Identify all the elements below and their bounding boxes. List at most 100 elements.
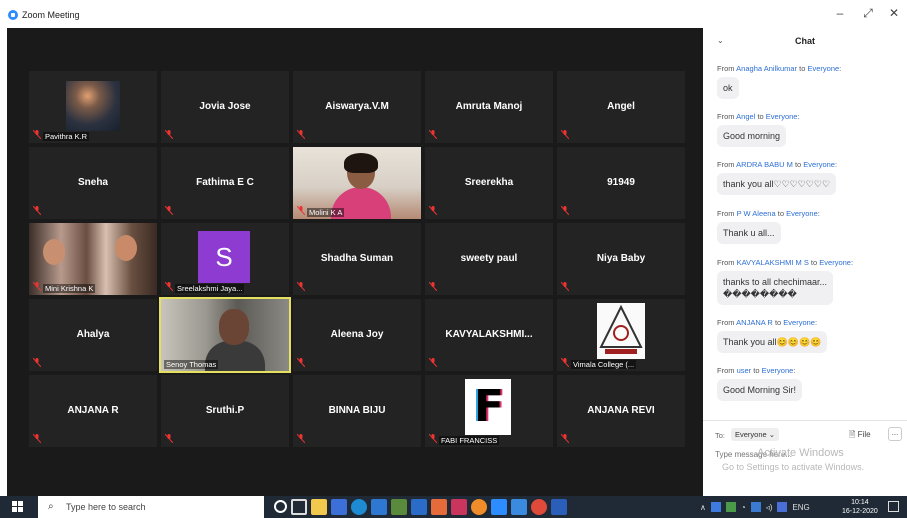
participant-tile[interactable]: KAVYALAKSHMI... [425, 299, 553, 371]
restore-button[interactable]: ⤢ [858, 6, 878, 21]
sender-name: P W Aleena [736, 209, 776, 218]
college-logo-image [597, 303, 645, 359]
participant-tile[interactable]: F FABI FRANCISS [425, 375, 553, 447]
tray-app-icon[interactable] [710, 502, 721, 512]
taskbar-search-box[interactable]: ⌕ Type here to search [38, 496, 264, 518]
edge-icon[interactable] [351, 499, 367, 515]
notifications-icon[interactable] [888, 501, 899, 512]
photos-icon[interactable] [371, 499, 387, 515]
volume-icon[interactable]: ◃) [766, 503, 773, 512]
zoom-icon[interactable] [491, 499, 507, 515]
system-tray: ∧ ◔ ◃) ENG [700, 496, 810, 518]
participant-tile[interactable]: Sruthi.P [161, 375, 289, 447]
word-icon[interactable] [551, 499, 567, 515]
sender-name: Angel [736, 112, 756, 121]
minimize-button[interactable]: – [830, 6, 850, 20]
sender-name: ANJANA R [736, 318, 773, 327]
participant-tile[interactable]: Angel [557, 71, 685, 143]
participant-name: ANJANA REVI [587, 405, 655, 416]
activation-watermark-hint: Go to Settings to activate Windows. [722, 462, 865, 472]
participant-tile[interactable]: Mini Krishna K [29, 223, 157, 295]
participant-name: FABI FRANCISS [439, 436, 500, 445]
chat-message: From KAVYALAKSHMI M S to Everyone: thank… [717, 258, 853, 305]
active-speaker-tile[interactable]: Senoy Thomas [159, 297, 291, 373]
message-sender-line: From Angel to Everyone: [717, 112, 800, 121]
participant-tile[interactable]: BINNA BIJU [293, 375, 421, 447]
muted-mic-icon [429, 206, 437, 215]
tray-app-icon[interactable] [750, 502, 761, 512]
participant-tile[interactable]: Ahalya [29, 299, 157, 371]
mail-icon[interactable] [411, 499, 427, 515]
recipient-name: Everyone [819, 258, 851, 267]
muted-mic-icon [33, 434, 41, 443]
recipient-name: Everyone [807, 64, 840, 73]
media-icon[interactable] [471, 499, 487, 515]
input-language[interactable]: ENG [792, 503, 809, 512]
message-text: Thank you all😊😊😊😊 [717, 331, 828, 353]
muted-mic-icon [33, 358, 41, 367]
task-view-icon[interactable] [291, 499, 307, 515]
windows-start-icon[interactable] [12, 501, 24, 513]
file-button[interactable]: 🗎 File [849, 429, 871, 443]
participant-name: ANJANA R [67, 405, 119, 416]
muted-mic-icon [561, 358, 569, 367]
participant-tile[interactable]: Amruta Manoj [425, 71, 553, 143]
participant-tile[interactable]: Niya Baby [557, 223, 685, 295]
profile-image: F [465, 379, 511, 435]
participant-tile[interactable]: 91949 [557, 147, 685, 219]
app-icon[interactable] [391, 499, 407, 515]
participant-tile[interactable]: Aleena Joy [293, 299, 421, 371]
participant-name: 91949 [607, 177, 635, 188]
tray-app-icon[interactable] [777, 502, 788, 512]
participant-tile[interactable]: Fathima E C [161, 147, 289, 219]
file-explorer-icon[interactable] [311, 499, 327, 515]
chat-panel: ⌄ Chat From Anagha Anilkumar to Everyone… [703, 28, 907, 496]
store-icon[interactable] [331, 499, 347, 515]
participant-tile[interactable]: Sreerekha [425, 147, 553, 219]
zoom-meeting-icon[interactable] [511, 499, 527, 515]
pinned-apps [274, 499, 567, 515]
participant-tile[interactable]: sweety paul [425, 223, 553, 295]
close-button[interactable]: ✕ [884, 6, 904, 20]
gallery-view: Pavithra K.R Jovia Jose Aiswarya.V.M Amr… [7, 28, 703, 496]
participant-tile[interactable]: S Sreelakshmi Jaya... [161, 223, 289, 295]
network-icon[interactable]: ◔ [741, 503, 746, 512]
participant-tile[interactable]: ANJANA REVI [557, 375, 685, 447]
participant-name: Fathima E C [196, 177, 254, 188]
message-sender-line: From Anagha Anilkumar to Everyone: [717, 64, 842, 73]
recipient-dropdown[interactable]: Everyone ⌄ [731, 428, 780, 441]
participant-name: Jovia Jose [199, 101, 251, 112]
message-text: Good Morning Sir! [717, 379, 803, 401]
participant-tile[interactable]: Aiswarya.V.M [293, 71, 421, 143]
participant-tile[interactable]: Shadha Suman [293, 223, 421, 295]
participant-tile[interactable]: Vimala College (... [557, 299, 685, 371]
muted-mic-icon [33, 130, 41, 139]
chrome-icon[interactable] [531, 499, 547, 515]
participant-name: Vimala College (... [571, 360, 637, 369]
more-options-button[interactable]: ... [888, 427, 902, 441]
search-placeholder: Type here to search [66, 502, 146, 512]
participant-tile[interactable]: Pavithra K.R [29, 71, 157, 143]
participant-name: Sneha [77, 177, 108, 188]
muted-mic-icon [297, 434, 305, 443]
participant-name: Ahalya [76, 329, 110, 340]
participant-name: Sreerekha [464, 177, 514, 188]
chat-header: ⌄ Chat [703, 28, 907, 54]
participant-tile[interactable]: Molini K A [293, 147, 421, 219]
tray-app-icon[interactable] [725, 502, 736, 512]
taskbar-clock[interactable]: 10:14 16-12-2020 [842, 498, 878, 516]
message-sender-line: From ANJANA R to Everyone: [717, 318, 818, 327]
recipient-name: Everyone [803, 160, 835, 169]
participant-tile[interactable]: Jovia Jose [161, 71, 289, 143]
powerpoint-icon[interactable] [451, 499, 467, 515]
sender-name: KAVYALAKSHMI M S [736, 258, 809, 267]
participant-tile[interactable]: Sneha [29, 147, 157, 219]
cortana-icon[interactable] [274, 500, 287, 513]
participant-tile[interactable]: ANJANA R [29, 375, 157, 447]
chat-message: From user to Everyone: Good Morning Sir! [717, 366, 803, 401]
tray-expand-icon[interactable]: ∧ [700, 503, 706, 512]
app-icon[interactable] [431, 499, 447, 515]
chat-message: From ARDRA BABU M to Everyone: thank you… [717, 160, 837, 195]
to-label: To: [715, 431, 726, 440]
chat-message: From Angel to Everyone: Good morning [717, 112, 800, 147]
